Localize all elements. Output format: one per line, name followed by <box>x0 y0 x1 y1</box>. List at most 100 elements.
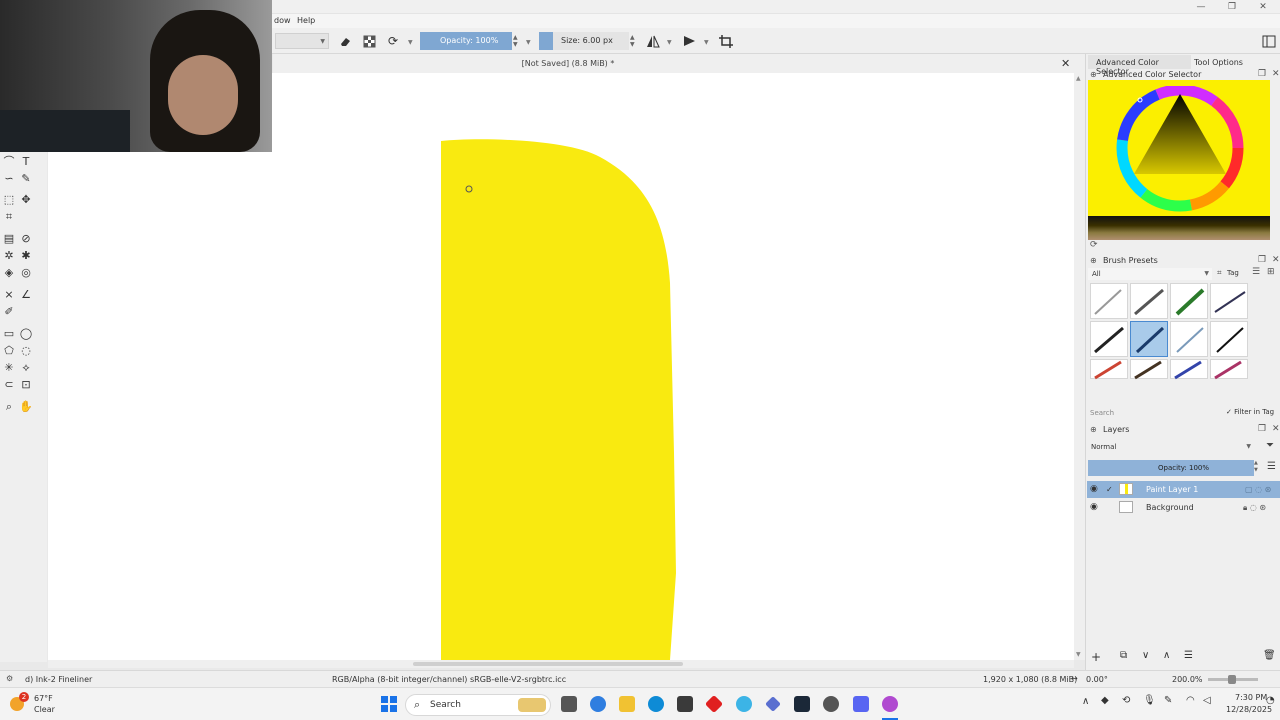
opacity-stepper[interactable]: ▲ ▼ <box>513 34 518 48</box>
magnetic-select-icon[interactable]: ⊡ <box>19 378 33 392</box>
gradient-tool-icon[interactable]: ▤ <box>2 232 16 246</box>
chevron-down-icon[interactable]: ▼ <box>704 39 709 46</box>
microphone-icon[interactable]: 🎙︎ <box>1143 695 1156 706</box>
measure-tool-icon[interactable]: ∠ <box>19 288 33 302</box>
tray-app-icon[interactable]: ◆ <box>1101 695 1109 706</box>
tab-tool-options[interactable]: Tool Options <box>1191 55 1251 69</box>
layer-properties-icon[interactable]: ☰ <box>1184 650 1193 661</box>
paint-layer-content[interactable] <box>48 73 1074 660</box>
polygon-select-icon[interactable]: ⬠ <box>2 344 16 358</box>
similar-select-icon[interactable]: ⟡ <box>19 361 33 375</box>
brush-preset-8[interactable] <box>1210 321 1248 357</box>
panel-lock-icon[interactable]: ⊕ <box>1090 70 1097 79</box>
float-panel-icon[interactable]: ❐ <box>1258 69 1266 79</box>
opacity-slider[interactable]: Opacity: 100% <box>420 32 512 50</box>
menu-item-help[interactable]: Help <box>297 16 315 25</box>
close-panel-icon[interactable]: ✕ <box>1272 424 1280 434</box>
delete-layer-icon[interactable]: 🗑︎ <box>1263 650 1276 661</box>
wrap-around-icon[interactable] <box>719 35 733 48</box>
pan-tool-icon[interactable]: ✋ <box>19 400 33 414</box>
canvas[interactable] <box>48 73 1074 660</box>
brush-preset-7[interactable] <box>1170 321 1208 357</box>
brush-preset-3[interactable] <box>1170 283 1208 319</box>
dynamic-brush-icon[interactable]: ✎ <box>19 172 33 186</box>
app-red-diamond-icon[interactable] <box>704 694 724 714</box>
layer-name[interactable]: Background <box>1146 499 1194 516</box>
brush-settings-icon[interactable]: ⚙ <box>6 674 13 683</box>
zoom-slider-handle[interactable] <box>1228 675 1236 684</box>
layer-check-icon[interactable]: ✓ <box>1106 481 1113 498</box>
layer-row-background[interactable]: ◉ Background 🔒︎ ◌ ⊛ <box>1087 499 1280 516</box>
rotate-icon[interactable]: ↔ <box>1071 674 1078 683</box>
fill-tool-icon[interactable]: ◈ <box>2 266 16 280</box>
close-document-icon[interactable]: ✕ <box>1061 57 1070 70</box>
edge-icon[interactable] <box>648 696 664 712</box>
volume-icon[interactable]: ◁ <box>1203 695 1211 706</box>
tag-label[interactable]: Tag <box>1227 269 1239 277</box>
brush-preset-ink-fineliner[interactable] <box>1130 321 1168 357</box>
chevron-down-icon[interactable]: ▼ <box>667 39 672 46</box>
brush-preset-5[interactable] <box>1090 321 1128 357</box>
blend-mode-select[interactable]: Normal ▼ <box>1088 441 1254 453</box>
pen-icon[interactable]: ✎ <box>1164 695 1172 706</box>
text-tool-icon[interactable]: T <box>19 155 33 169</box>
import-icon[interactable]: ⊞ <box>1267 267 1275 277</box>
brush-preset-1[interactable] <box>1090 283 1128 319</box>
layer-row-paint-layer-1[interactable]: ◉ ✓ Paint Layer 1 ▢ ◌ ⊛ <box>1087 481 1280 498</box>
transform-tool-icon[interactable]: ⬚ <box>2 193 16 207</box>
multibrush-icon[interactable]: ✱ <box>19 249 33 263</box>
rotation-value[interactable]: 0.00° <box>1086 675 1108 684</box>
clock-date[interactable]: 12/28/2025 <box>1226 705 1272 714</box>
layer-name[interactable]: Paint Layer 1 <box>1146 481 1198 498</box>
zoom-tool-icon[interactable]: ⌕ <box>2 400 16 414</box>
steam-icon[interactable] <box>794 696 810 712</box>
brush-preset-10[interactable] <box>1130 359 1168 380</box>
crop-tool-icon[interactable]: ⌗ <box>2 210 16 224</box>
reload-preset-icon[interactable]: ⟳ <box>386 35 400 48</box>
alpha-lock-icon[interactable] <box>362 35 376 48</box>
weather-widget[interactable]: 2 <box>10 692 32 715</box>
layers-menu-icon[interactable]: ☰ <box>1267 461 1276 472</box>
tray-overflow-icon[interactable]: ∧ <box>1082 696 1089 707</box>
filter-in-tag-checkbox[interactable]: ✓ Filter in Tag <box>1226 408 1274 416</box>
move-layer-up-icon[interactable]: ∧ <box>1163 650 1170 661</box>
notifications-bell-icon[interactable]: ◔ <box>1266 695 1275 706</box>
obs-icon[interactable] <box>823 696 839 712</box>
brush-filter-select[interactable]: All ▼ <box>1088 268 1212 280</box>
reference-tool-icon[interactable]: ✐ <box>2 305 16 319</box>
bezier-tool-icon[interactable]: ⌒ <box>2 155 16 169</box>
color-shade-strip[interactable] <box>1088 216 1270 240</box>
enclose-fill-icon[interactable]: ◎ <box>19 266 33 280</box>
document-title[interactable]: [Not Saved] (8.8 MiB) * <box>273 59 863 68</box>
brush-preset-9[interactable] <box>1090 359 1128 380</box>
vertical-scrollbar[interactable]: ▲ ▼ <box>1074 73 1085 660</box>
close-window-button[interactable]: ✕ <box>1248 0 1278 14</box>
ellipse-select-icon[interactable]: ◯ <box>19 327 33 341</box>
brush-preset-11[interactable] <box>1170 359 1208 380</box>
tab-advanced-color-selector[interactable]: Advanced Color Selector <box>1088 55 1191 76</box>
eyedropper-icon[interactable]: ⊘ <box>19 232 33 246</box>
close-panel-icon[interactable]: ✕ <box>1272 255 1280 265</box>
workspace-select[interactable]: ▼ <box>275 33 329 49</box>
size-stepper[interactable]: ▲ ▼ <box>630 34 635 48</box>
add-layer-icon[interactable]: + <box>1091 650 1101 664</box>
discord-icon[interactable] <box>853 696 869 712</box>
clock-time[interactable]: 7:30 PM <box>1235 693 1267 702</box>
contiguous-select-icon[interactable]: ✳ <box>2 361 16 375</box>
panel-lock-icon[interactable]: ⊕ <box>1090 425 1097 434</box>
float-panel-icon[interactable]: ❐ <box>1258 424 1266 434</box>
maximize-button[interactable]: ❐ <box>1217 0 1247 14</box>
freehand-select-icon[interactable]: ◌ <box>19 344 33 358</box>
taskbar-search[interactable]: ⌕ Search <box>405 694 551 716</box>
brush-preset-12[interactable] <box>1210 359 1248 380</box>
refresh-icon[interactable]: ⟳ <box>1090 240 1098 250</box>
brush-preset-4[interactable] <box>1210 283 1248 319</box>
eraser-icon[interactable] <box>338 35 352 48</box>
visibility-eye-icon[interactable]: ◉ <box>1090 499 1098 516</box>
assistant-tool-icon[interactable]: ⨯ <box>2 288 16 302</box>
panel-lock-icon[interactable]: ⊕ <box>1090 256 1097 265</box>
weather-temp[interactable]: 67°F <box>34 694 53 703</box>
filter-icon[interactable]: ⏷ <box>1266 440 1274 451</box>
bezier-select-icon[interactable]: ⊂ <box>2 378 16 392</box>
lock-icon[interactable]: 🔒︎ ◌ ⊛ <box>1243 499 1266 516</box>
